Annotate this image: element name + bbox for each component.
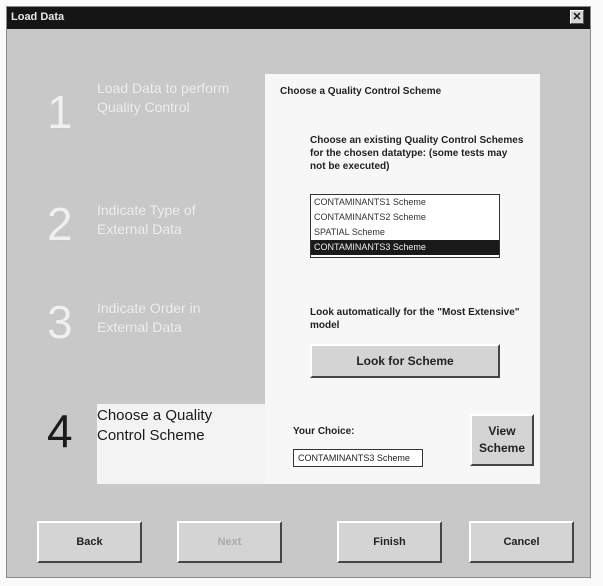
scheme-panel: Choose a Quality Control Scheme Choose a… bbox=[265, 74, 540, 484]
step-2: 2 Indicate Type of External Data bbox=[7, 199, 267, 259]
dialog-content: 1 Load Data to perform Quality Control 2… bbox=[7, 29, 590, 577]
window-title: Load Data bbox=[11, 11, 65, 23]
load-data-dialog: Load Data ✕ 1 Load Data to perform Quali… bbox=[6, 6, 591, 578]
scheme-listbox[interactable]: CONTAMINANTS1 Scheme CONTAMINANTS2 Schem… bbox=[310, 194, 500, 258]
title-bar: Load Data ✕ bbox=[7, 7, 590, 29]
panel-title: Choose a Quality Control Scheme bbox=[280, 86, 442, 97]
scheme-description: Choose an existing Quality Control Schem… bbox=[310, 135, 524, 172]
step-1-label: Load Data to perform Quality Control bbox=[97, 80, 230, 115]
scheme-list-item[interactable]: SPATIAL Scheme bbox=[311, 225, 499, 240]
look-for-scheme-button[interactable]: Look for Scheme bbox=[310, 344, 500, 378]
step-4-label: Choose a Quality Control Scheme bbox=[97, 407, 213, 444]
look-description: Look automatically for the "Most Extensi… bbox=[310, 307, 520, 331]
scheme-list-item-selected[interactable]: CONTAMINANTS3 Scheme bbox=[311, 240, 499, 255]
step-3: 3 Indicate Order in External Data bbox=[7, 297, 267, 357]
step-2-number: 2 bbox=[47, 198, 73, 250]
step-3-number: 3 bbox=[47, 296, 73, 348]
your-choice-label: Your Choice: bbox=[293, 426, 355, 437]
your-choice-field[interactable]: CONTAMINANTS3 Scheme bbox=[293, 449, 423, 467]
step-4: 4 Choose a Quality Control Scheme bbox=[7, 402, 267, 462]
step-2-label: Indicate Type of External Data bbox=[97, 202, 196, 237]
step-4-number: 4 bbox=[47, 405, 73, 457]
scheme-list-item[interactable]: CONTAMINANTS2 Scheme bbox=[311, 210, 499, 225]
finish-button[interactable]: Finish bbox=[337, 521, 442, 563]
step-1: 1 Load Data to perform Quality Control bbox=[7, 77, 267, 147]
scheme-list-item[interactable]: CONTAMINANTS1 Scheme bbox=[311, 195, 499, 210]
back-button[interactable]: Back bbox=[37, 521, 142, 563]
next-button[interactable]: Next bbox=[177, 521, 282, 563]
view-scheme-button[interactable]: View Scheme bbox=[470, 414, 534, 466]
step-1-number: 1 bbox=[47, 86, 73, 138]
close-icon[interactable]: ✕ bbox=[570, 10, 584, 24]
cancel-button[interactable]: Cancel bbox=[469, 521, 574, 563]
step-3-label: Indicate Order in External Data bbox=[97, 300, 201, 335]
